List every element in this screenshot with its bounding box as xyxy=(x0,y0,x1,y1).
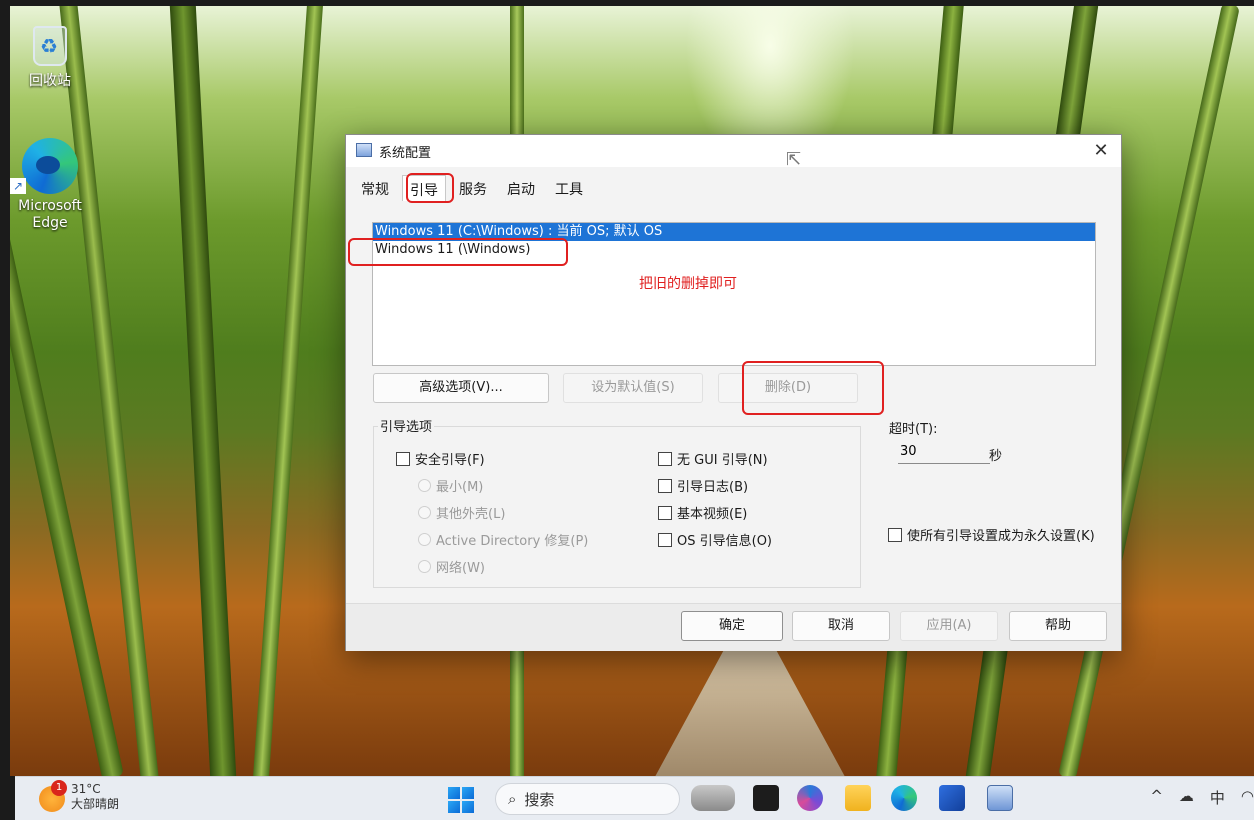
timeout-unit: 秒 xyxy=(989,449,1003,464)
base-video-option[interactable]: 基本视频(E) xyxy=(658,503,747,522)
path-road xyxy=(650,646,850,776)
alternate-shell-radio[interactable] xyxy=(418,506,431,519)
base-video-label: 基本视频(E) xyxy=(677,507,748,522)
weather-sun-icon: 1 xyxy=(39,780,67,812)
ad-repair-option[interactable]: Active Directory 修复(P) xyxy=(418,530,588,549)
dialog-title: 系统配置 xyxy=(379,146,432,161)
weather-widget[interactable]: 1 31°C 大部晴朗 xyxy=(39,780,119,812)
no-gui-option[interactable]: 无 GUI 引导(N) xyxy=(658,449,768,468)
no-gui-checkbox[interactable] xyxy=(658,451,672,466)
search-icon: ⌕ xyxy=(508,790,517,808)
safe-boot-label: 安全引导(F) xyxy=(415,453,485,468)
dialog-footer: 确定 取消 应用(A) 帮助 xyxy=(346,603,1121,651)
timeout-label: 超时(T): xyxy=(889,422,938,437)
os-info-label: OS 引导信息(O) xyxy=(677,534,772,549)
terminal-app-icon[interactable] xyxy=(753,785,779,811)
mouse-cursor-icon: ⇱ xyxy=(786,149,802,170)
ad-repair-label: Active Directory 修复(P) xyxy=(436,534,589,549)
safe-boot-option[interactable]: 安全引导(F) xyxy=(396,449,485,468)
boot-log-checkbox[interactable] xyxy=(658,478,672,493)
old-entry-highlight xyxy=(348,238,568,266)
make-permanent-checkbox[interactable] xyxy=(888,527,902,542)
make-permanent-label: 使所有引导设置成为永久设置(K) xyxy=(907,529,1095,544)
minimal-radio[interactable] xyxy=(418,479,431,492)
store-icon[interactable] xyxy=(939,785,965,811)
tray-chevron-icon[interactable]: ^ xyxy=(1150,787,1163,808)
ad-repair-radio[interactable] xyxy=(418,533,431,546)
recycle-bin-icon xyxy=(33,26,67,66)
os-info-checkbox[interactable] xyxy=(658,532,672,547)
weather-text: 31°C 大部晴朗 xyxy=(71,782,119,812)
file-explorer-icon[interactable] xyxy=(845,785,871,811)
edge-taskbar-icon[interactable] xyxy=(891,785,917,811)
tab-startup[interactable]: 启动 xyxy=(500,175,542,201)
tab-services[interactable]: 服务 xyxy=(452,175,494,201)
start-button[interactable] xyxy=(448,787,474,813)
weather-description: 大部晴朗 xyxy=(71,797,120,811)
minimal-label: 最小(M) xyxy=(436,480,484,495)
advanced-options-button[interactable]: 高级选项(V)... xyxy=(373,373,549,403)
msconfig-icon xyxy=(356,143,372,157)
recycle-bin-label: 回收站 xyxy=(29,73,71,89)
base-video-checkbox[interactable] xyxy=(658,505,672,520)
title-bar[interactable]: 系统配置 ⇱ ✕ xyxy=(346,135,1121,170)
taskbar: 1 31°C 大部晴朗 ⌕ 搜索 ^ ☁ 中 ◠ xyxy=(15,776,1254,820)
boot-log-label: 引导日志(B) xyxy=(677,480,749,495)
timeout-input[interactable] xyxy=(898,440,990,464)
copilot-icon[interactable] xyxy=(797,785,823,811)
alternate-shell-label: 其他外壳(L) xyxy=(436,507,506,522)
wifi-icon[interactable]: ◠ xyxy=(1241,787,1254,808)
onedrive-cloud-icon[interactable]: ☁ xyxy=(1179,787,1194,808)
network-label: 网络(W) xyxy=(436,561,485,576)
search-placeholder: 搜索 xyxy=(524,790,555,809)
minimal-option[interactable]: 最小(M) xyxy=(418,476,483,495)
windows-logo-icon xyxy=(448,787,460,799)
close-button[interactable]: ✕ xyxy=(1089,139,1113,163)
bamboo-stalk xyxy=(58,6,160,776)
msconfig-taskbar-icon[interactable] xyxy=(987,785,1013,811)
edge-icon xyxy=(22,138,78,194)
widgets-rhino-icon[interactable] xyxy=(691,785,735,811)
system-config-dialog: 系统配置 ⇱ ✕ 常规 引导 服务 启动 工具 Windows 11 (C:\W… xyxy=(345,134,1122,651)
make-permanent-option[interactable]: 使所有引导设置成为永久设置(K) xyxy=(888,525,1095,544)
alternate-shell-option[interactable]: 其他外壳(L) xyxy=(418,503,505,522)
recycle-bin-shortcut[interactable]: 回收站 xyxy=(10,26,90,90)
boot-tab-highlight xyxy=(406,173,454,203)
safe-boot-checkbox[interactable] xyxy=(396,451,410,466)
annotation-text: 把旧的删掉即可 xyxy=(639,276,737,292)
ok-button[interactable]: 确定 xyxy=(681,611,783,641)
delete-button-highlight xyxy=(742,361,884,415)
tab-tools[interactable]: 工具 xyxy=(548,175,590,201)
bamboo-stalk xyxy=(252,6,324,776)
boot-options-title: 引导选项 xyxy=(378,416,435,435)
no-gui-label: 无 GUI 引导(N) xyxy=(677,453,768,468)
boot-log-option[interactable]: 引导日志(B) xyxy=(658,476,748,495)
shortcut-arrow-icon: ↗ xyxy=(10,178,26,194)
ime-indicator[interactable]: 中 xyxy=(1210,787,1225,808)
network-radio[interactable] xyxy=(418,560,431,573)
set-default-button[interactable]: 设为默认值(S) xyxy=(563,373,703,403)
apply-button[interactable]: 应用(A) xyxy=(900,611,998,641)
taskbar-search[interactable]: ⌕ 搜索 xyxy=(495,783,680,815)
network-option[interactable]: 网络(W) xyxy=(418,557,485,576)
weather-temperature: 31°C xyxy=(71,782,101,796)
system-tray: ^ ☁ 中 ◠ xyxy=(1150,787,1254,808)
edge-label: Microsoft Edge xyxy=(18,198,82,231)
help-button[interactable]: 帮助 xyxy=(1009,611,1107,641)
bamboo-stalk xyxy=(169,6,237,776)
edge-shortcut[interactable]: ↗ Microsoft Edge xyxy=(10,138,90,232)
tab-general[interactable]: 常规 xyxy=(354,175,396,201)
tab-bar: 常规 引导 服务 启动 工具 xyxy=(354,175,590,201)
cancel-button[interactable]: 取消 xyxy=(792,611,890,641)
notification-badge: 1 xyxy=(51,780,67,796)
os-info-option[interactable]: OS 引导信息(O) xyxy=(658,530,772,549)
